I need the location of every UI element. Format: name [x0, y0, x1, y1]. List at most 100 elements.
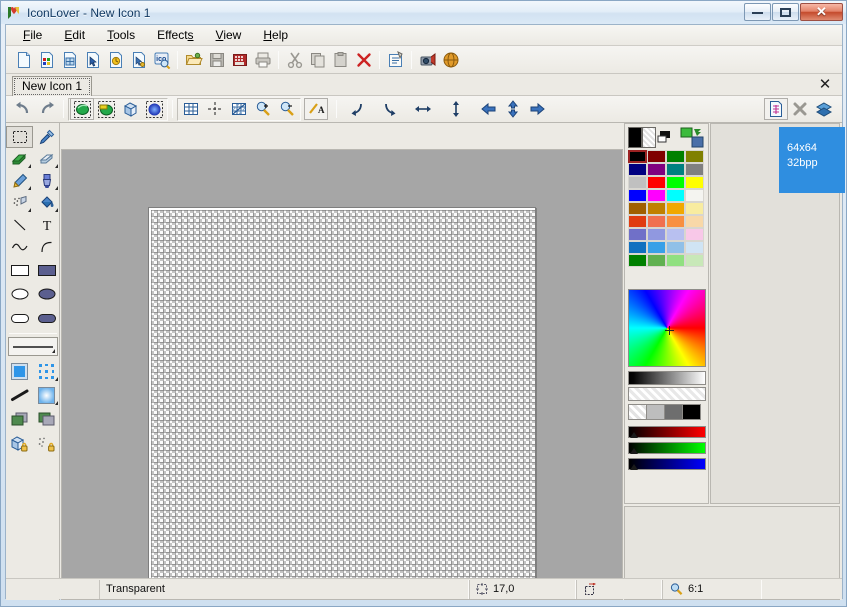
- new-image-icon[interactable]: [35, 48, 58, 71]
- color-swatch[interactable]: [647, 254, 666, 267]
- color-swatch[interactable]: [628, 215, 647, 228]
- color-swatch[interactable]: [666, 202, 685, 215]
- new-icon-library-icon[interactable]: [58, 48, 81, 71]
- status-resize-grip[interactable]: [762, 580, 842, 599]
- center-icon[interactable]: [501, 98, 525, 120]
- zoom-in-icon[interactable]: [251, 98, 275, 120]
- foreground-color-swatch[interactable]: [628, 127, 642, 148]
- ellipse-filled-icon[interactable]: [33, 282, 60, 306]
- maximize-button[interactable]: [772, 3, 799, 21]
- rounded-rect-filled-icon[interactable]: [33, 306, 60, 330]
- rotate-right-icon[interactable]: [378, 98, 402, 120]
- new-animated-cursor-icon[interactable]: [127, 48, 150, 71]
- tab-new-icon-1[interactable]: New Icon 1: [12, 76, 92, 97]
- new-cursor-icon[interactable]: [81, 48, 104, 71]
- color-swatch[interactable]: [666, 176, 685, 189]
- curve-icon[interactable]: [33, 236, 60, 258]
- print-icon[interactable]: [251, 48, 274, 71]
- rectangle-filled-icon[interactable]: [33, 258, 60, 282]
- new-animated-icon[interactable]: [104, 48, 127, 71]
- crosshair-icon[interactable]: [203, 98, 227, 120]
- capture-icon[interactable]: [416, 48, 439, 71]
- color-swatch[interactable]: [628, 189, 647, 202]
- alpha-preset-swatch[interactable]: [646, 404, 665, 420]
- delete-icon[interactable]: [352, 48, 375, 71]
- green-channel-slider[interactable]: [628, 442, 706, 454]
- blue-channel-slider[interactable]: [628, 458, 706, 470]
- color-swatch[interactable]: [647, 150, 666, 163]
- menu-edit[interactable]: Edit: [53, 25, 96, 45]
- pencil-icon[interactable]: [6, 170, 33, 192]
- redo-icon[interactable]: [35, 98, 59, 120]
- color-swatch[interactable]: [647, 163, 666, 176]
- color-swatch[interactable]: [628, 176, 647, 189]
- ellipse-outline-icon[interactable]: [6, 282, 33, 306]
- noise-fill-icon[interactable]: [33, 359, 60, 383]
- select-image-icon[interactable]: [70, 98, 94, 120]
- color-swatch[interactable]: [628, 228, 647, 241]
- grayscale-strip[interactable]: [628, 371, 706, 385]
- alpha-preset-swatch[interactable]: [628, 404, 647, 420]
- color-swatch[interactable]: [685, 163, 704, 176]
- 3d-box-icon[interactable]: [118, 98, 142, 120]
- color-swatch[interactable]: [666, 163, 685, 176]
- eraser-green-icon[interactable]: [6, 148, 33, 170]
- send-backward-icon[interactable]: [33, 407, 60, 431]
- menu-effects[interactable]: Effects: [146, 25, 204, 45]
- paintbrush-icon[interactable]: [33, 170, 60, 192]
- background-color-swatch[interactable]: [642, 127, 656, 148]
- save-icon[interactable]: [205, 48, 228, 71]
- dropdown-arrow-icon[interactable]: [55, 164, 58, 168]
- color-swatch[interactable]: [647, 241, 666, 254]
- color-swatch[interactable]: [685, 202, 704, 215]
- cut-icon[interactable]: [283, 48, 306, 71]
- layers-icon[interactable]: [812, 98, 836, 120]
- paste-icon[interactable]: [329, 48, 352, 71]
- dropdown-arrow-icon[interactable]: [55, 377, 58, 381]
- dropdown-arrow-icon[interactable]: [28, 164, 31, 168]
- color-swatch[interactable]: [685, 189, 704, 202]
- clear-icon[interactable]: [788, 98, 812, 120]
- color-swatch[interactable]: [628, 241, 647, 254]
- zoom-actual-icon[interactable]: A: [304, 98, 328, 120]
- smooth-line-icon[interactable]: [6, 383, 33, 407]
- icon-canvas[interactable]: [148, 207, 536, 596]
- flip-vertical-icon[interactable]: [444, 98, 468, 120]
- zoom-out-icon[interactable]: [275, 98, 299, 120]
- dropdown-arrow-icon[interactable]: [55, 208, 58, 212]
- color-swatch[interactable]: [666, 228, 685, 241]
- color-swatch[interactable]: [685, 228, 704, 241]
- alpha-preset-swatch[interactable]: [682, 404, 701, 420]
- canvas-workspace[interactable]: [61, 149, 623, 600]
- alpha-preset-swatch[interactable]: [664, 404, 683, 420]
- slider-thumb[interactable]: [630, 448, 638, 454]
- slider-thumb[interactable]: [630, 432, 638, 438]
- search-ico-icon[interactable]: ico: [150, 48, 173, 71]
- dropdown-arrow-icon[interactable]: [28, 208, 31, 212]
- eraser-icon[interactable]: [33, 148, 60, 170]
- color-swatch[interactable]: [628, 150, 647, 163]
- freehand-curve-icon[interactable]: [6, 236, 33, 258]
- flip-horizontal-icon[interactable]: [411, 98, 435, 120]
- close-button[interactable]: ✕: [800, 3, 843, 21]
- text-tool-icon[interactable]: T: [33, 214, 60, 236]
- color-swatch[interactable]: [685, 254, 704, 267]
- color-swatch[interactable]: [647, 176, 666, 189]
- image-properties-icon[interactable]: [764, 98, 788, 120]
- grid-overlay-icon[interactable]: [227, 98, 251, 120]
- shift-right-icon[interactable]: [525, 98, 549, 120]
- red-channel-slider[interactable]: [628, 426, 706, 438]
- color-swatch[interactable]: [666, 215, 685, 228]
- color-swatch[interactable]: [685, 241, 704, 254]
- line-width-selector[interactable]: [8, 337, 58, 356]
- menu-file[interactable]: File: [12, 25, 53, 45]
- menu-help[interactable]: Help: [252, 25, 299, 45]
- shift-left-icon[interactable]: [477, 98, 501, 120]
- color-swatch[interactable]: [666, 241, 685, 254]
- color-swatch[interactable]: [647, 189, 666, 202]
- slider-thumb[interactable]: [630, 464, 638, 470]
- rectangle-outline-icon[interactable]: [6, 258, 33, 282]
- dropdown-arrow-icon[interactable]: [52, 349, 55, 353]
- open-folder-icon[interactable]: [182, 48, 205, 71]
- color-swatch[interactable]: [647, 215, 666, 228]
